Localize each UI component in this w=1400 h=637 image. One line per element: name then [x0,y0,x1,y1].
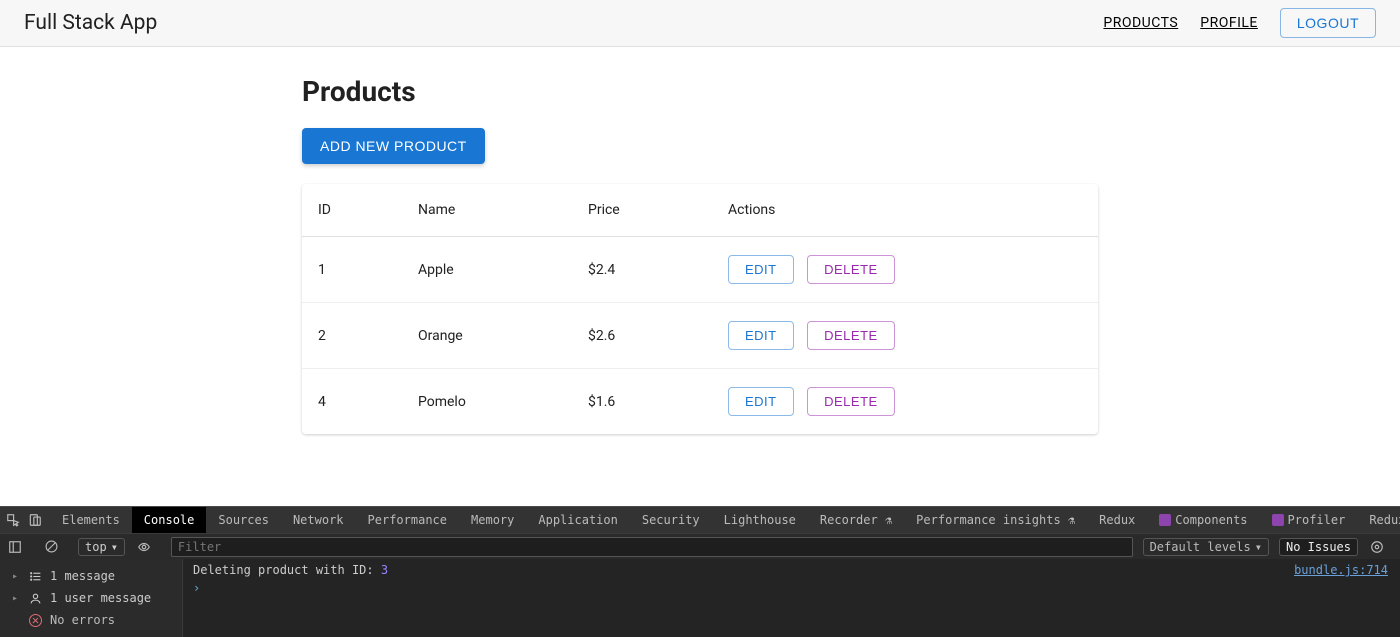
log-levels-selector[interactable]: Default levels ▾ [1143,538,1269,556]
col-price: Price [572,184,712,237]
error-icon [28,613,42,627]
console-output[interactable]: Deleting product with ID: 3 bundle.js:71… [183,559,1400,637]
tab-console[interactable]: Console [132,507,207,534]
cell-name: Apple [402,237,572,303]
device-toggle-icon[interactable] [28,511,42,529]
console-filter-input[interactable] [171,537,1133,557]
sidebar-errors-label: No errors [50,613,115,627]
logout-button[interactable]: LOGOUT [1280,8,1376,38]
user-icon [28,591,42,605]
table-row: 4 Pomelo $1.6 EDIT DELETE [302,369,1098,435]
cell-name: Pomelo [402,369,572,435]
col-actions: Actions [712,184,1098,237]
nav-products[interactable]: PRODUCTS [1103,15,1178,31]
sidebar-messages-label: 1 message [50,569,115,583]
console-sidebar: ▸ 1 message ▸ 1 user message No errors [0,559,183,637]
cell-id: 2 [302,303,402,369]
tab-elements[interactable]: Elements [50,507,132,534]
sidebar-messages[interactable]: ▸ 1 message [0,565,182,587]
console-filter [171,537,1133,557]
col-name: Name [402,184,572,237]
cell-price: $1.6 [572,369,712,435]
tab-performance-insights[interactable]: Performance insights ⚗ [904,507,1087,534]
cell-price: $2.4 [572,237,712,303]
chevron-down-icon: ▾ [111,540,118,554]
nav-links: PRODUCTS PROFILE LOGOUT [1103,8,1376,38]
chevron-down-icon: ▾ [1255,540,1262,554]
tab-redux-2[interactable]: Redux [1357,507,1400,534]
tab-security[interactable]: Security [630,507,712,534]
delete-button[interactable]: DELETE [807,255,895,284]
devtools-panel: Elements Console Sources Network Perform… [0,506,1400,637]
cell-actions: EDIT DELETE [712,303,1098,369]
clear-console-icon[interactable] [42,538,60,556]
sidebar-toggle-icon[interactable] [6,538,24,556]
cell-name: Orange [402,303,572,369]
table-row: 1 Apple $2.4 EDIT DELETE [302,237,1098,303]
products-table: ID Name Price Actions 1 Apple $2.4 EDIT … [302,184,1098,434]
issues-button[interactable]: No Issues [1279,538,1358,556]
devtools-tabs: Elements Console Sources Network Perform… [0,506,1400,533]
tab-network[interactable]: Network [281,507,356,534]
tab-recorder[interactable]: Recorder ⚗ [808,507,904,534]
cell-actions: EDIT DELETE [712,369,1098,435]
sidebar-errors[interactable]: No errors [0,609,182,631]
settings-icon[interactable] [1368,538,1386,556]
cell-id: 1 [302,237,402,303]
app-title: Full Stack App [24,11,157,35]
cell-actions: EDIT DELETE [712,237,1098,303]
delete-button[interactable]: DELETE [807,387,895,416]
tab-profiler[interactable]: Profiler [1260,507,1358,534]
console-log-line: Deleting product with ID: 3 [193,563,1390,577]
console-toolbar: top ▾ Default levels ▾ No Issues [0,533,1400,559]
sidebar-user-messages[interactable]: ▸ 1 user message [0,587,182,609]
context-selector[interactable]: top ▾ [78,538,125,556]
inspect-icon[interactable] [6,511,20,529]
main-content: Products ADD NEW PRODUCT ID Name Price A… [290,75,1110,434]
products-table-card: ID Name Price Actions 1 Apple $2.4 EDIT … [302,184,1098,434]
add-product-button[interactable]: ADD NEW PRODUCT [302,128,485,164]
cell-id: 4 [302,369,402,435]
chevron-right-icon: ▸ [12,593,20,604]
tab-application[interactable]: Application [526,507,629,534]
tab-sources[interactable]: Sources [206,507,281,534]
tab-redux[interactable]: Redux [1087,507,1147,534]
page-title: Products [302,75,1098,108]
console-body: ▸ 1 message ▸ 1 user message No errors D… [0,559,1400,637]
tab-performance[interactable]: Performance [356,507,459,534]
tab-memory[interactable]: Memory [459,507,526,534]
react-ext-icon [1159,514,1171,526]
nav-profile[interactable]: PROFILE [1200,15,1258,31]
app-header: Full Stack App PRODUCTS PROFILE LOGOUT [0,0,1400,47]
chevron-right-icon: ▸ [12,571,20,582]
table-row: 2 Orange $2.6 EDIT DELETE [302,303,1098,369]
tab-lighthouse[interactable]: Lighthouse [712,507,808,534]
edit-button[interactable]: EDIT [728,255,794,284]
col-id: ID [302,184,402,237]
sidebar-user-messages-label: 1 user message [50,591,151,605]
tab-components[interactable]: Components [1147,507,1259,534]
live-expression-icon[interactable] [135,538,153,556]
edit-button[interactable]: EDIT [728,387,794,416]
react-ext-icon [1272,514,1284,526]
flask-icon: ⚗ [885,513,892,527]
flask-icon: ⚗ [1068,513,1075,527]
table-header-row: ID Name Price Actions [302,184,1098,237]
console-prompt[interactable]: › [193,581,1390,595]
edit-button[interactable]: EDIT [728,321,794,350]
delete-button[interactable]: DELETE [807,321,895,350]
console-source-link[interactable]: bundle.js:714 [1294,563,1388,577]
cell-price: $2.6 [572,303,712,369]
list-icon [28,569,42,583]
